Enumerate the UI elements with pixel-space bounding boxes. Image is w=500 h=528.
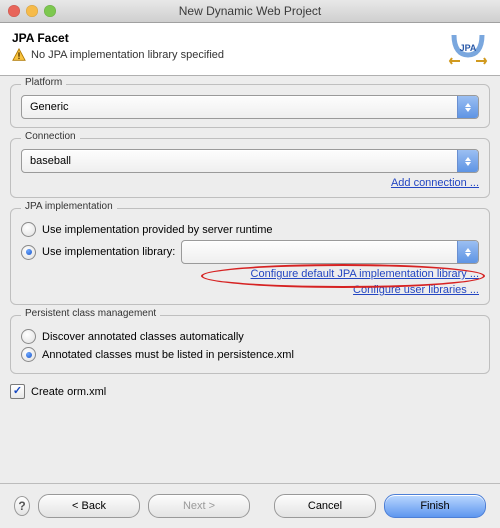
platform-combo[interactable]: Generic: [21, 95, 479, 119]
chevron-updown-icon: [457, 96, 478, 118]
persistent-class-legend: Persistent class management: [21, 308, 160, 319]
impl-library-combo[interactable]: [181, 240, 479, 264]
next-button: Next >: [148, 494, 250, 518]
platform-value: Generic: [30, 101, 457, 113]
persistent-class-group: Persistent class management Discover ann…: [10, 315, 490, 374]
jpa-impl-group: JPA implementation Use implementation pr…: [10, 208, 490, 305]
connection-legend: Connection: [21, 131, 80, 142]
platform-group: Platform Generic: [10, 84, 490, 128]
page-title: JPA Facet: [12, 31, 440, 45]
radio-discover-auto[interactable]: [21, 329, 36, 344]
back-button[interactable]: < Back: [38, 494, 140, 518]
connection-value: baseball: [30, 155, 457, 167]
connection-group: Connection baseball Add connection ...: [10, 138, 490, 198]
svg-text:JPA: JPA: [460, 43, 477, 53]
radio-server-runtime[interactable]: [21, 222, 36, 237]
dialog-window: New Dynamic Web Project JPA Facet No JPA…: [0, 0, 500, 528]
banner: JPA Facet No JPA implementation library …: [0, 23, 500, 76]
cancel-button[interactable]: Cancel: [274, 494, 376, 518]
warning-icon: [12, 48, 26, 62]
create-orm-checkbox[interactable]: [10, 384, 25, 399]
configure-user-libraries-link[interactable]: Configure user libraries ...: [353, 284, 479, 296]
chevron-updown-icon: [457, 241, 478, 263]
jpa-icon: JPA: [448, 31, 488, 65]
traffic-lights: [0, 5, 56, 17]
create-orm-label: Create orm.xml: [31, 386, 106, 398]
radio-listed-persistence[interactable]: [21, 347, 36, 362]
radio-impl-library-label: Use implementation library:: [42, 246, 175, 258]
close-icon[interactable]: [8, 5, 20, 17]
finish-button[interactable]: Finish: [384, 494, 486, 518]
radio-listed-persistence-label: Annotated classes must be listed in pers…: [42, 349, 294, 361]
radio-discover-auto-label: Discover annotated classes automatically: [42, 331, 244, 343]
window-title: New Dynamic Web Project: [0, 4, 500, 18]
banner-message: No JPA implementation library specified: [31, 49, 224, 61]
footer: ? < Back Next > Cancel Finish: [0, 483, 500, 528]
add-connection-link[interactable]: Add connection ...: [391, 177, 479, 189]
radio-impl-library[interactable]: [21, 245, 36, 260]
chevron-updown-icon: [457, 150, 478, 172]
minimize-icon[interactable]: [26, 5, 38, 17]
connection-combo[interactable]: baseball: [21, 149, 479, 173]
radio-server-runtime-label: Use implementation provided by server ru…: [42, 224, 273, 236]
titlebar: New Dynamic Web Project: [0, 0, 500, 23]
zoom-icon[interactable]: [44, 5, 56, 17]
jpa-impl-legend: JPA implementation: [21, 201, 117, 212]
help-icon[interactable]: ?: [14, 496, 30, 516]
platform-legend: Platform: [21, 77, 66, 88]
dialog-body: Platform Generic Connection baseball Add…: [0, 76, 500, 483]
configure-default-library-link[interactable]: Configure default JPA implementation lib…: [251, 268, 479, 280]
